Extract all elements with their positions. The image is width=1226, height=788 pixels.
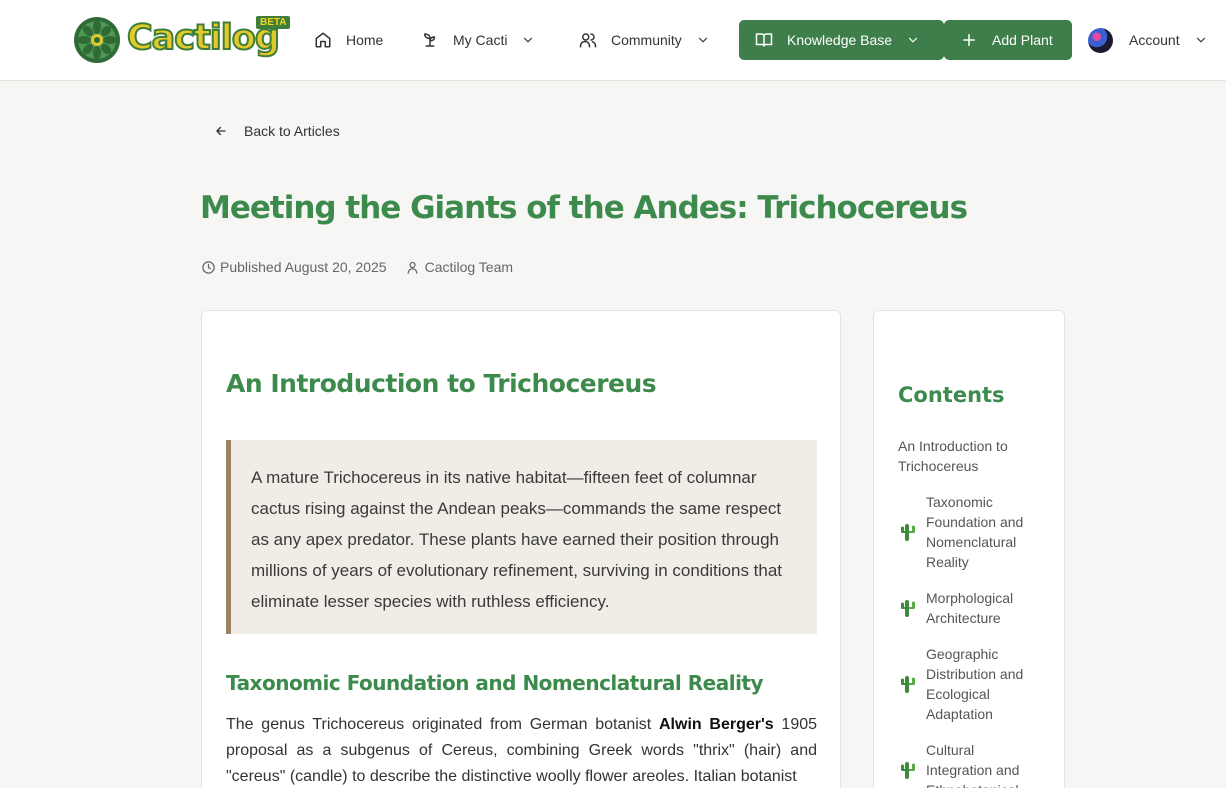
nav-community[interactable]: Community xyxy=(579,20,710,60)
paragraph-text-start: The genus Trichocereus originated from G… xyxy=(226,716,659,733)
nav-community-label: Community xyxy=(611,32,682,48)
intro-heading: An Introduction to Trichocereus xyxy=(226,369,657,398)
section-heading-taxonomic: Taxonomic Foundation and Nomenclatural R… xyxy=(226,671,764,695)
add-plant-label: Add Plant xyxy=(992,32,1053,48)
toc-item-label: Geographic Distribution and Ecological A… xyxy=(926,646,1024,722)
beta-badge: BETA xyxy=(256,16,291,29)
logo-mandala-icon xyxy=(74,17,120,63)
book-icon xyxy=(755,33,773,47)
clock-icon xyxy=(202,260,215,274)
nav-knowledge-base-label: Knowledge Base xyxy=(787,32,893,48)
toc-item-label: Taxonomic Foundation and Nomenclatural R… xyxy=(926,494,1024,570)
article-meta: Published August 20, 2025 Cactilog Team xyxy=(201,259,513,275)
back-to-articles-link[interactable]: Back to Articles xyxy=(214,121,340,141)
taxonomic-paragraph: The genus Trichocereus originated from G… xyxy=(226,712,817,788)
nav-home-label: Home xyxy=(346,32,384,48)
nav-home[interactable]: Home xyxy=(314,20,383,60)
nav-knowledge-base[interactable]: Knowledge Base xyxy=(739,20,944,60)
intro-blockquote: A mature Trichocereus in its native habi… xyxy=(226,440,817,634)
toc-item-morphological[interactable]: Morphological Architecture xyxy=(898,588,1058,628)
toc-item-introduction[interactable]: An Introduction to Trichocereus xyxy=(898,436,1038,476)
avatar xyxy=(1088,27,1113,53)
nav-my-cacti-label: My Cacti xyxy=(453,32,508,48)
table-of-contents: Contents An Introduction to Trichocereus… xyxy=(873,310,1065,788)
cactus-icon xyxy=(901,524,915,541)
toc-title: Contents xyxy=(898,383,1005,407)
cactilog-logo[interactable]: Cactilog BETA xyxy=(73,16,293,66)
account-menu[interactable]: Account xyxy=(1088,20,1208,60)
add-plant-button[interactable]: Add Plant xyxy=(944,20,1072,60)
chevron-down-icon xyxy=(698,37,707,43)
published-date: Published August 20, 2025 xyxy=(220,259,387,275)
chevron-down-icon xyxy=(908,37,918,43)
user-icon xyxy=(407,261,418,274)
top-navbar: Cactilog BETA Home My Cacti Community Kn… xyxy=(0,0,1226,81)
toc-item-label: Cultural Integration and Ethnobotanical xyxy=(926,742,1020,788)
nav-my-cacti[interactable]: My Cacti xyxy=(421,20,535,60)
toc-item-label: Morphological Architecture xyxy=(926,590,1014,626)
paragraph-bold-name: Alwin Berger's xyxy=(659,716,774,733)
toc-item-geographic[interactable]: Geographic Distribution and Ecological A… xyxy=(898,644,1058,724)
home-icon xyxy=(315,32,331,48)
plus-icon xyxy=(963,34,975,46)
toc-item-cultural[interactable]: Cultural Integration and Ethnobotanical xyxy=(898,740,1058,788)
chevron-down-icon xyxy=(524,37,533,43)
chevron-down-icon xyxy=(1196,37,1205,43)
cactus-icon xyxy=(901,676,915,693)
account-label: Account xyxy=(1129,32,1180,48)
users-icon xyxy=(579,33,597,48)
back-link-label: Back to Articles xyxy=(244,123,340,139)
arrow-left-icon xyxy=(216,126,226,136)
cactus-icon xyxy=(901,600,915,617)
article-title: Meeting the Giants of the Andes: Trichoc… xyxy=(200,190,968,226)
article-content-card: An Introduction to Trichocereus A mature… xyxy=(201,310,841,788)
cactus-icon xyxy=(901,762,915,779)
toc-item-taxonomic[interactable]: Taxonomic Foundation and Nomenclatural R… xyxy=(898,492,1058,572)
article-author: Cactilog Team xyxy=(424,259,514,275)
sprout-icon xyxy=(424,33,436,47)
